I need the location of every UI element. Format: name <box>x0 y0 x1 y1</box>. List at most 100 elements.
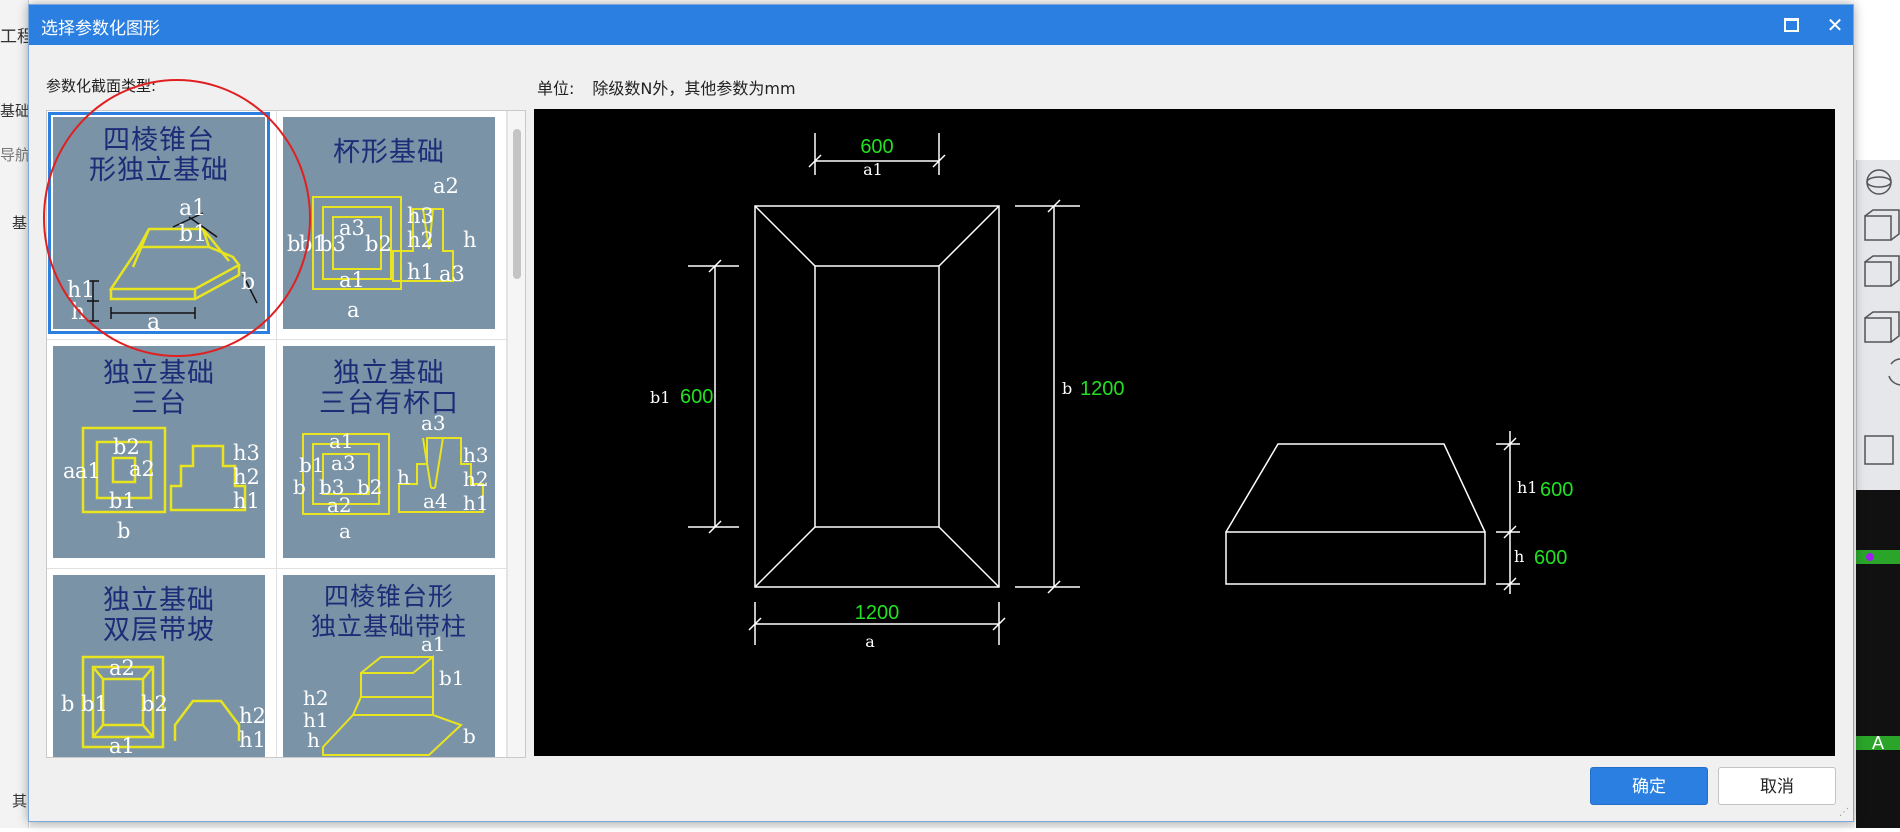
unit-label: 单位: 除级数N外，其他参数为mm <box>537 75 796 99</box>
preview-b1-name: b1 <box>650 388 670 407</box>
maximize-button[interactable] <box>1777 11 1805 39</box>
unit-prefix: 单位: <box>537 79 575 98</box>
thumb-label-h2: h2 <box>407 228 434 252</box>
thumb-label-b: b <box>117 519 130 543</box>
thumb-label-h: h <box>463 228 477 252</box>
marker-a-label: A <box>1872 733 1884 753</box>
preview-a-name: a <box>865 632 875 651</box>
thumb-label-a: a <box>63 459 76 483</box>
close-icon: ✕ <box>1826 13 1844 37</box>
shape-option-three-step[interactable]: 独立基础 三台 a a1 b2 a2 b1 b h3 h2 h1 <box>47 340 277 569</box>
bg-label-item: 基 <box>12 214 28 232</box>
preview-b-name: b <box>1062 379 1072 398</box>
thumb-label-h3: h3 <box>233 441 260 465</box>
thumb-label-a: a <box>147 310 160 329</box>
shape-option-double-slope[interactable]: 独立基础 双层带坡 a2 b b1 b2 a1 h2 h1 <box>47 569 277 757</box>
thumb-label-a: a <box>339 519 351 543</box>
thumb-label-h2: h2 <box>463 467 489 491</box>
thumb-label-a2: a2 <box>327 493 352 517</box>
thumb-label-a1: a1 <box>179 196 206 221</box>
thumb-label-a3-side: a3 <box>421 411 446 435</box>
preview-b1-value: 600 <box>680 386 713 408</box>
thumb-label-a4: a4 <box>423 489 448 513</box>
preview-h-name: h <box>1514 547 1524 566</box>
thumbnail-image: 独立基础 三台有杯口 a1 b1 a3 b b3 b2 a2 a a3 h a4… <box>283 346 495 558</box>
thumb-label-a2: a2 <box>129 457 155 481</box>
shape-preview-panel: 600 600 1200 1200 600 600 a1 b1 b a h1 h <box>534 109 1835 756</box>
thumb-label-b1: b1 <box>81 692 108 716</box>
view-tools-icon[interactable] <box>1857 160 1900 490</box>
preview-h-value: 600 <box>1534 547 1567 569</box>
thumb-label-a2: a2 <box>433 174 459 198</box>
thumb-label-h: h <box>397 465 410 489</box>
thumb-label-b: b <box>293 475 306 499</box>
scrollbar-thumb[interactable] <box>513 129 521 279</box>
thumb-label-b1: b1 <box>179 222 207 247</box>
thumb-label-a1: a1 <box>339 268 365 292</box>
preview-a-value: 1200 <box>855 602 900 624</box>
thumb-label-b2: b2 <box>357 475 383 499</box>
preview-a1-value: 600 <box>860 136 893 158</box>
bg-label-nav: 导航 <box>0 146 31 164</box>
preview-b-value: 1200 <box>1080 378 1125 400</box>
double-slope-diagram: a2 b b1 b2 a1 h2 h1 <box>61 655 265 757</box>
thumb-label-h1: h1 <box>233 489 260 513</box>
shape-thumbnail-list[interactable]: 四棱锥台 形独立基础 a1 b1 h1 h a b 杯形基础 a2 b b1 b… <box>46 110 526 758</box>
shape-option-pyramid-frustum[interactable]: 四棱锥台 形独立基础 a1 b1 h1 h a b <box>47 111 277 340</box>
thumb-label-a3-side: a3 <box>439 262 465 286</box>
thumb-label-h2: h2 <box>239 704 265 728</box>
shape-option-cup-foundation[interactable]: 杯形基础 a2 b b1 b3 a3 b2 a1 a h3 h2 h1 h a3 <box>277 111 507 340</box>
close-button[interactable]: ✕ <box>1821 11 1849 39</box>
shape-option-frustum-with-column[interactable]: 四棱锥台形 独立基础带柱 a1 b1 h2 h1 h b <box>277 569 507 757</box>
cup-foundation-diagram: a2 b b1 b3 a3 b2 a1 a h3 h2 h1 h a3 <box>287 174 477 322</box>
thumbnail-list-scrollbar[interactable] <box>507 111 525 757</box>
cancel-button[interactable]: 取消 <box>1718 767 1836 805</box>
preview-drawing: 600 600 1200 1200 600 600 a1 b1 b a h1 h <box>650 133 1573 651</box>
thumb-label-a3: a3 <box>339 216 365 240</box>
section-type-label: 参数化截面类型: <box>46 77 157 95</box>
select-parametric-shape-dialog: 选择参数化图形 ✕ 参数化截面类型: 单位: 除级数N外，其他参数为mm 四棱锥台… <box>28 4 1854 822</box>
thumb-label-h1: h1 <box>239 728 265 752</box>
thumb-label-b1: b1 <box>109 489 136 513</box>
thumb-label-a1: a1 <box>75 459 101 483</box>
thumb-label-b2: b2 <box>141 692 168 716</box>
thumbnail-image: 独立基础 三台 a a1 b2 a2 b1 b h3 h2 h1 <box>53 346 265 558</box>
thumb-label-h3: h3 <box>407 204 434 228</box>
thumb-label-a3: a3 <box>331 451 356 475</box>
thumb-label-h: h <box>307 728 320 752</box>
thumb-label-h1: h1 <box>407 260 434 284</box>
thumb-label-b1: b1 <box>299 453 325 477</box>
frustum-with-column-diagram: a1 b1 h2 h1 h b <box>303 632 476 756</box>
background-toolbar <box>1856 160 1900 490</box>
thumb-label-a: a <box>347 298 360 322</box>
thumbnail-image: 四棱锥台形 独立基础带柱 a1 b1 h2 h1 h b <box>283 575 495 757</box>
background-left-panel <box>0 0 29 828</box>
unit-text: 除级数N外，其他参数为mm <box>592 79 796 98</box>
bg-label-foundation: 基础 <box>0 102 31 120</box>
thumb-label-b2: b2 <box>113 435 140 459</box>
resize-grip-icon[interactable]: ⋰ <box>1839 807 1851 819</box>
ok-button[interactable]: 确定 <box>1590 767 1708 805</box>
background-drawing-area: A <box>1856 490 1900 828</box>
maximize-icon <box>1783 18 1799 32</box>
preview-h1-value: 600 <box>1540 479 1573 501</box>
thumb-label-h1: h1 <box>463 491 489 515</box>
bg-label-other: 其 <box>12 792 28 810</box>
preview-h1-name: h1 <box>1517 478 1537 497</box>
dialog-titlebar[interactable]: 选择参数化图形 ✕ <box>29 5 1853 45</box>
preview-a1-name: a1 <box>863 160 883 179</box>
thumbnail-image: 杯形基础 a2 b b1 b3 a3 b2 a1 a h3 h2 h1 h a3 <box>283 117 495 329</box>
thumb-label-h3: h3 <box>463 443 489 467</box>
shape-option-three-step-cup[interactable]: 独立基础 三台有杯口 a1 b1 a3 b b3 b2 a2 a a3 h a4… <box>277 340 507 569</box>
thumb-label-a2: a2 <box>109 656 135 680</box>
thumb-label-b: b <box>61 692 74 716</box>
thumb-label-b1: b1 <box>439 666 465 690</box>
thumb-label-h2: h2 <box>233 465 260 489</box>
thumbnail-image: 独立基础 双层带坡 a2 b b1 b2 a1 h2 h1 <box>53 575 265 757</box>
thumb-label-b: b <box>463 724 476 748</box>
thumb-label-a1: a1 <box>329 429 354 453</box>
thumb-label-b: b <box>241 270 255 295</box>
thumb-label-a1: a1 <box>421 632 446 656</box>
thumb-label-b2: b2 <box>365 232 392 256</box>
three-step-diagram: a a1 b2 a2 b1 b h3 h2 h1 <box>63 426 260 543</box>
